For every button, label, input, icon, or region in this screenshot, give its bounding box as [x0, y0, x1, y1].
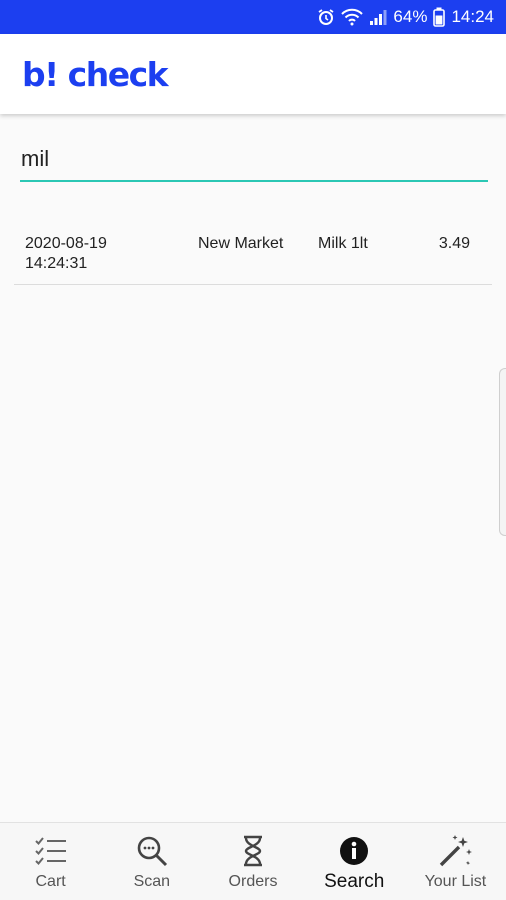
nav-your-list[interactable]: Your List	[405, 823, 506, 900]
nav-scan-label: Scan	[133, 873, 171, 890]
wifi-icon	[341, 8, 364, 26]
info-icon	[339, 833, 369, 869]
edge-panel-handle[interactable]	[499, 368, 506, 536]
battery-level: 64%	[393, 7, 428, 26]
status-time: 14:24	[451, 7, 494, 26]
result-datetime: 2020-08-19 14:24:31	[25, 234, 145, 274]
result-price: 3.49	[438, 235, 470, 252]
nav-orders-label: Orders	[228, 873, 278, 890]
app-logo: b! check	[22, 54, 169, 94]
battery-icon	[433, 7, 446, 27]
results-list: 2020-08-19 14:24:31 New Market Milk 1lt …	[14, 222, 492, 285]
nav-cart-label: Cart	[35, 873, 66, 890]
list-item[interactable]: 2020-08-19 14:24:31 New Market Milk 1lt …	[14, 222, 492, 285]
result-date: 2020-08-19	[25, 235, 107, 252]
nav-scan[interactable]: Scan	[101, 823, 202, 900]
result-time: 14:24:31	[25, 255, 88, 272]
checklist-icon	[34, 833, 68, 869]
nav-search-label: Search	[324, 871, 385, 892]
app-bar: b! check	[0, 34, 506, 114]
hourglass-icon	[241, 833, 265, 869]
nav-your-list-label: Your List	[424, 873, 487, 890]
search-input[interactable]	[20, 140, 488, 178]
search-field[interactable]	[20, 140, 488, 182]
nav-search[interactable]: Search	[304, 823, 405, 900]
signal-icon	[369, 8, 387, 26]
result-product: Milk 1lt	[318, 235, 368, 252]
status-bar: 64% 14:24	[0, 0, 506, 34]
alarm-icon	[317, 8, 335, 26]
nav-cart[interactable]: Cart	[0, 823, 101, 900]
magic-wand-icon	[437, 833, 473, 869]
bottom-navigation: Cart Scan Orders Search Your List	[0, 822, 506, 900]
result-store: New Market	[198, 235, 284, 252]
nav-orders[interactable]: Orders	[202, 823, 303, 900]
search-icon	[135, 833, 169, 869]
